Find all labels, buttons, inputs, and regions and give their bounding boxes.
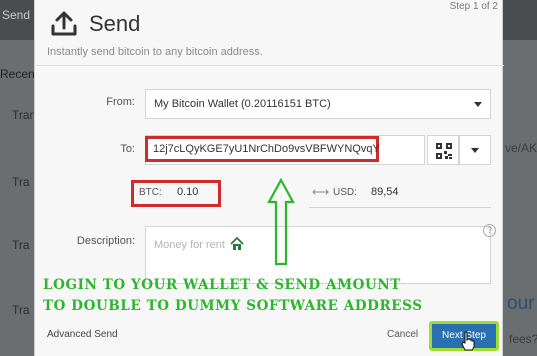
cancel-button[interactable]: Cancel xyxy=(387,329,418,340)
overlay-caption-line-2: TO DOUBLE TO DUMMY SOFTWARE ADDRESS xyxy=(43,298,423,314)
bg-row: Tra xyxy=(12,238,30,252)
bg-recent-label: Recen xyxy=(0,67,35,81)
to-address-value[interactable]: 12j7cLQyKGE7yU1NrChDo9vsVBFWYNQvqY xyxy=(145,136,380,162)
from-label: From: xyxy=(106,96,135,108)
chevron-down-icon xyxy=(474,102,482,107)
to-label: To: xyxy=(120,143,135,155)
usd-amount-value[interactable]: 89,54 xyxy=(371,186,399,198)
advanced-send-link[interactable]: Advanced Send xyxy=(47,329,118,340)
send-upload-icon xyxy=(51,11,77,36)
usd-field-underline xyxy=(309,207,491,208)
dialog-subtitle: Instantly send bitcoin to any bitcoin ad… xyxy=(47,46,263,58)
step-indicator: Step 1 of 2 xyxy=(449,1,498,12)
btc-amount-value[interactable]: 0.10 xyxy=(177,186,198,198)
usd-label: USD: xyxy=(333,187,357,198)
description-label: Description: xyxy=(76,235,135,247)
chevron-down-icon xyxy=(471,148,479,153)
from-wallet-select[interactable]: My Bitcoin Wallet (0.20116151 BTC) xyxy=(145,89,491,119)
send-dialog: Send Step 1 of 2 Instantly send bitcoin … xyxy=(34,0,504,356)
swap-arrows-icon: ⟷ xyxy=(312,185,330,199)
help-icon[interactable]: ? xyxy=(483,224,496,237)
up-arrow-annotation-icon xyxy=(267,178,295,266)
bg-row: Tra xyxy=(12,175,30,189)
description-placeholder: Money for rent xyxy=(154,239,225,251)
bg-row: Tran xyxy=(12,108,37,122)
cursor-hand-icon xyxy=(461,331,475,351)
qr-code-icon xyxy=(436,143,452,159)
qr-scan-button[interactable] xyxy=(427,135,459,165)
dialog-title: Send xyxy=(89,11,141,36)
from-wallet-value: My Bitcoin Wallet (0.20116151 BTC) xyxy=(154,98,331,110)
bg-right-heading: our xyxy=(507,293,535,314)
description-field[interactable]: Money for rent xyxy=(145,226,491,284)
overlay-caption-line-1: LOGIN TO YOUR WALLET & SEND AMOUNT xyxy=(43,277,401,293)
bg-row: Tra xyxy=(12,303,30,317)
dialog-header: Send Step 1 of 2 Instantly send bitcoin … xyxy=(35,0,504,66)
address-options-button[interactable] xyxy=(459,135,491,165)
bg-right-text: fees? xyxy=(509,332,537,346)
btc-label: BTC: xyxy=(139,187,162,198)
bg-right-text: ve/AKX xyxy=(505,141,537,155)
home-icon xyxy=(230,237,244,250)
bg-tab-send: Send xyxy=(2,8,31,22)
